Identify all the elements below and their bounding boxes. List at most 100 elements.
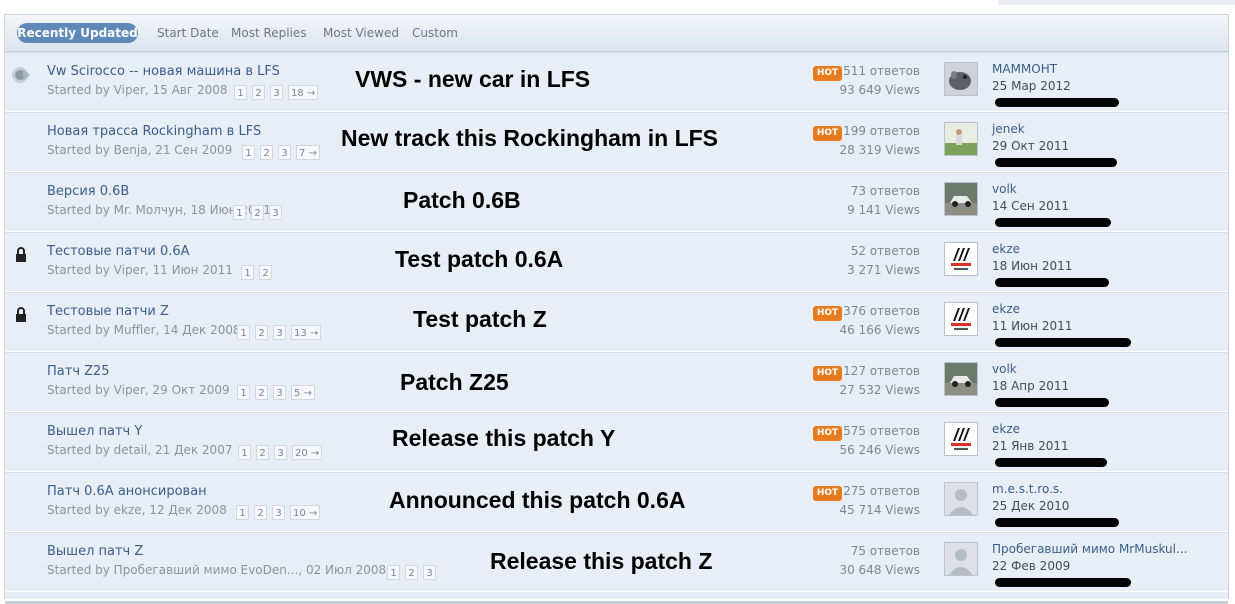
unread-topic-icon[interactable] [11,65,31,85]
last-poster-avatar[interactable] [944,242,978,276]
page-link[interactable]: 2 [254,505,267,520]
page-link[interactable]: 1 [241,265,254,280]
last-poster-name[interactable]: МАММОНТ [992,62,1057,76]
topic-title-link[interactable]: Новая трасса Rockingham в LFS [47,124,261,139]
tab-start-date[interactable]: Start Date [157,23,219,43]
topic-row: Тестовые патчи 0.6A Started by Viper, 11 … [5,232,1228,292]
page-link[interactable]: 18 → [288,85,319,100]
topic-title-link[interactable]: Вышел патч Y [47,424,142,439]
page-link[interactable]: 20 → [292,445,323,460]
last-post-date[interactable]: 14 Сен 2011 [992,199,1069,213]
page-link[interactable]: 7 → [296,145,320,160]
page-link[interactable]: 1 [233,205,246,220]
page-link[interactable]: 10 → [290,505,321,520]
page-link[interactable]: 2 [255,385,268,400]
topic-row: Тестовые патчи Z Started by Muffler, 14 Д… [5,292,1228,352]
topic-list-panel: Recently Updated Start Date Most Replies… [4,14,1229,604]
last-poster-avatar[interactable] [944,542,978,576]
page-link[interactable]: 1 [234,85,247,100]
last-poster-avatar[interactable] [944,422,978,456]
view-count: 56 246 Views [839,443,920,457]
topic-title-link[interactable]: Тестовые патчи 0.6A [47,244,190,259]
last-post-date[interactable]: 18 Апр 2011 [992,379,1069,393]
page-link[interactable]: 3 [270,85,283,100]
row-divider [5,472,1228,473]
topic-pagination: 1 2 3 13 → [237,325,322,341]
page-link[interactable]: 2 [405,565,418,580]
view-count: 28 319 Views [839,143,920,157]
row-divider [5,232,1228,233]
redaction-bar [995,518,1119,527]
last-poster-name[interactable]: ekze [992,302,1020,316]
page-link[interactable]: 1 [238,445,251,460]
page-link[interactable]: 3 [273,325,286,340]
page-link[interactable]: 3 [273,385,286,400]
topic-row: Патч Z25 Started by Viper, 29 Окт 2009 1 2 3… [5,352,1228,412]
page-link[interactable]: 1 [387,565,400,580]
reply-count: 511 ответов [843,64,920,78]
topic-title-link[interactable]: Vw Scirocco -- новая машина в LFS [47,64,280,79]
page-link[interactable]: 2 [252,85,265,100]
last-post-date[interactable]: 11 Июн 2011 [992,319,1072,333]
topic-title-link[interactable]: Патч 0.6A анонсирован [47,484,207,499]
translation-caption: Announced this patch 0.6A [389,487,686,513]
last-poster-avatar[interactable] [944,62,978,96]
page-link[interactable]: 1 [236,505,249,520]
page-link[interactable]: 5 → [291,385,315,400]
topic-row: Новая трасса Rockingham в LFS Started by … [5,112,1228,172]
last-poster-name[interactable]: Пробегавший мимо MrMuskul... [992,542,1187,556]
last-poster-avatar[interactable] [944,362,978,396]
topic-started-by: Started by Viper, 11 Июн 2011 [47,263,233,277]
page-link[interactable]: 2 [251,205,264,220]
tab-custom[interactable]: Custom [412,23,458,43]
page-link[interactable]: 1 [242,145,255,160]
page-link[interactable]: 2 [255,325,268,340]
redaction-bar [995,278,1109,287]
topic-started-by: Started by Muffler, 14 Дек 2008 [47,323,241,337]
last-post-date[interactable]: 25 Мар 2012 [992,79,1071,93]
page-link[interactable]: 3 [272,505,285,520]
page-link[interactable]: 2 [259,265,272,280]
tab-most-replies[interactable]: Most Replies [231,23,307,43]
last-poster-name[interactable]: ekze [992,422,1020,436]
page-link[interactable]: 1 [237,325,250,340]
topic-pagination: 123 [233,205,282,221]
page-link[interactable]: 2 [260,145,273,160]
last-poster-avatar[interactable] [944,302,978,336]
topic-title-link[interactable]: Тестовые патчи Z [47,304,169,319]
reply-count: 275 ответов [843,484,920,498]
topic-title-link[interactable]: Вышел патч Z [47,544,143,559]
page-link[interactable]: 3 [269,205,282,220]
last-poster-name[interactable]: m.e.s.t.ro.s. [992,482,1063,496]
last-poster-name[interactable]: ekze [992,242,1020,256]
last-poster-avatar[interactable] [944,122,978,156]
last-post-date[interactable]: 25 Дек 2010 [992,499,1069,513]
topic-title-link[interactable]: Версия 0.6B [47,184,129,199]
redaction-bar [995,458,1107,467]
view-count: 93 649 Views [839,83,920,97]
topic-title-link[interactable]: Патч Z25 [47,364,110,379]
page-link[interactable]: 1 [237,385,250,400]
hot-badge: HOT [813,486,842,501]
tab-recently-updated[interactable]: Recently Updated [17,23,138,43]
last-poster-name[interactable]: volk [992,182,1017,196]
page-link[interactable]: 3 [423,565,436,580]
view-count: 3 271 Views [847,263,920,277]
tab-most-viewed[interactable]: Most Viewed [323,23,399,43]
last-poster-name[interactable]: volk [992,362,1017,376]
topic-row: Vw Scirocco -- новая машина в LFS Started… [5,52,1228,112]
last-poster-name[interactable]: jenek [992,122,1025,136]
topic-row: Вышел патч Z Started by Пробегавший мимо … [5,532,1228,592]
last-post-date[interactable]: 22 Фев 2009 [992,559,1070,573]
topic-started-by: Started by Пробегавший мимо EvoDen..., 0… [47,563,387,577]
last-post-date[interactable]: 21 Янв 2011 [992,439,1069,453]
topic-started-by: Started by ekze, 12 Дек 2008 [47,503,227,517]
last-post-date[interactable]: 29 Окт 2011 [992,139,1069,153]
page-link[interactable]: 3 [278,145,291,160]
page-link[interactable]: 2 [256,445,269,460]
last-poster-avatar[interactable] [944,182,978,216]
last-post-date[interactable]: 18 Июн 2011 [992,259,1072,273]
last-poster-avatar[interactable] [944,482,978,516]
page-link[interactable]: 13 → [291,325,322,340]
page-link[interactable]: 3 [274,445,287,460]
